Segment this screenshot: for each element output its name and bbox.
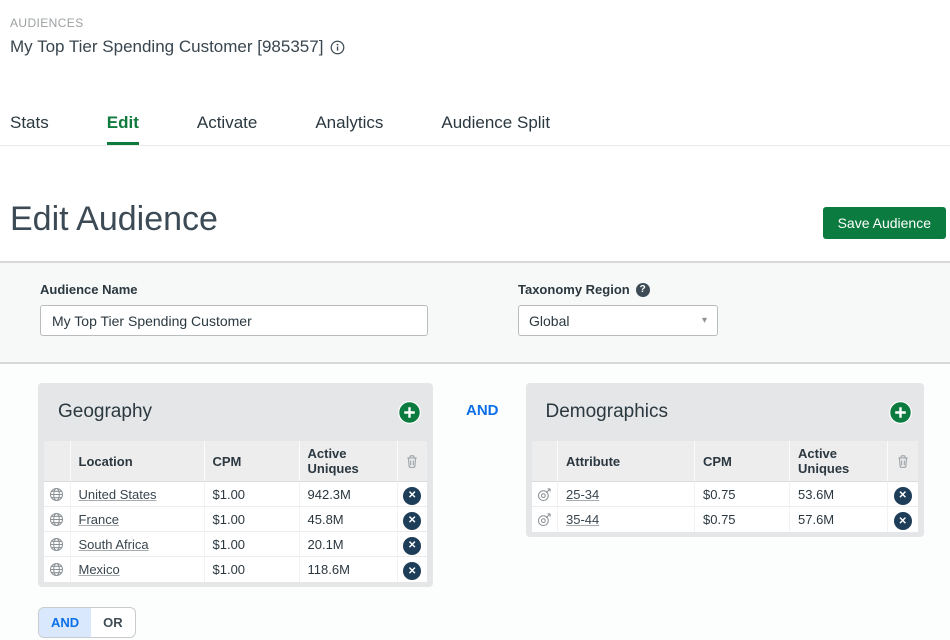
group-operator-label: AND (466, 402, 499, 419)
add-geography-button[interactable] (398, 400, 421, 424)
row-cpm: $0.75 (694, 481, 790, 507)
row-active-uniques: 53.6M (789, 481, 888, 507)
row-name-link[interactable]: 25-34 (566, 487, 599, 502)
taxonomy-region-value: Global (529, 312, 570, 329)
page-header: AUDIENCES My Top Tier Spending Customer … (0, 0, 950, 57)
tab-edit[interactable]: Edit (106, 101, 139, 145)
toggle-and[interactable]: AND (39, 607, 92, 637)
table-row: United States $1.00 942.3M ✕ (44, 481, 427, 507)
audience-title: My Top Tier Spending Customer [985357] (10, 37, 324, 56)
remove-row-button[interactable]: ✕ (403, 536, 422, 555)
row-name-link[interactable]: France (79, 512, 119, 527)
toggle-or[interactable]: OR (91, 608, 135, 637)
row-cpm: $1.00 (203, 531, 299, 557)
geography-panel: Geography Location CPM Active Uniques Un… (38, 383, 433, 587)
delete-group-button[interactable] (887, 441, 918, 482)
target-icon (531, 481, 558, 507)
row-active-uniques: 57.6M (789, 506, 888, 532)
globe-icon (44, 556, 70, 582)
demographics-table: Attribute CPM Active Uniques 25-34 $0.75 5… (531, 441, 918, 532)
row-active-uniques: 118.6M (298, 556, 397, 582)
table-row: South Africa $1.00 20.1M ✕ (44, 531, 427, 557)
table-row: 35-44 $0.75 57.6M ✕ (531, 506, 918, 532)
caret-down-icon: ▾ (701, 315, 707, 326)
table-row: France $1.00 45.8M ✕ (44, 506, 427, 532)
row-active-uniques: 45.8M (298, 506, 397, 532)
table-row: 25-34 $0.75 53.6M ✕ (531, 481, 918, 507)
row-cpm: $1.00 (203, 481, 299, 507)
add-demographics-button[interactable] (888, 400, 912, 424)
audience-edit-page: AUDIENCES My Top Tier Spending Customer … (0, 0, 950, 640)
tab-stats[interactable]: Stats (10, 101, 49, 145)
audience-name-input[interactable] (40, 305, 428, 336)
audience-form: Audience Name Taxonomy Region ? Global ▾ (0, 261, 950, 364)
remove-row-button[interactable]: ✕ (403, 511, 422, 530)
row-name-link[interactable]: 35-44 (566, 512, 599, 527)
taxonomy-region-select[interactable]: Global ▾ (518, 305, 718, 336)
row-name-link[interactable]: Mexico (79, 562, 120, 577)
page-title: Edit Audience (10, 200, 218, 238)
taxonomy-region-label: Taxonomy Region (518, 282, 630, 297)
remove-row-button[interactable]: ✕ (893, 486, 912, 505)
remove-row-button[interactable]: ✕ (403, 486, 422, 505)
tab-analytics[interactable]: Analytics (315, 101, 383, 145)
breadcrumb: AUDIENCES (10, 16, 84, 30)
help-icon[interactable]: ? (635, 282, 650, 297)
rules-area: Geography Location CPM Active Uniques Un… (0, 364, 950, 640)
demographics-panel-title: Demographics (545, 401, 669, 422)
row-name-link[interactable]: South Africa (79, 537, 149, 552)
column-header-attribute: Attribute (557, 441, 695, 482)
demographics-panel: Demographics Attribute CPM Active Unique… (525, 383, 924, 537)
table-row: Mexico $1.00 118.6M ✕ (44, 556, 427, 582)
target-icon (531, 506, 558, 532)
audience-name-label: Audience Name (40, 282, 138, 297)
tab-audience-split[interactable]: Audience Split (441, 101, 550, 145)
remove-row-button[interactable]: ✕ (403, 562, 422, 580)
column-header-cpm: CPM (694, 441, 790, 482)
save-audience-button[interactable]: Save Audience (822, 207, 946, 239)
row-active-uniques: 20.1M (298, 531, 397, 557)
row-cpm: $1.00 (203, 556, 299, 582)
row-cpm: $1.00 (203, 506, 299, 532)
tab-activate[interactable]: Activate (197, 101, 257, 145)
column-header-cpm: CPM (203, 441, 299, 482)
row-active-uniques: 942.3M (298, 481, 397, 507)
info-icon[interactable] (330, 40, 345, 55)
geography-panel-title: Geography (58, 401, 153, 422)
globe-icon (44, 481, 70, 507)
tab-bar: Stats Edit Activate Analytics Audience S… (0, 101, 950, 146)
column-header-active-uniques: Active Uniques (298, 441, 397, 482)
geography-table: Location CPM Active Uniques United State… (44, 441, 427, 582)
row-name-link[interactable]: United States (79, 487, 157, 502)
delete-group-button[interactable] (396, 441, 427, 482)
column-header-location: Location (69, 441, 204, 482)
and-or-toggle: AND OR (38, 606, 136, 638)
globe-icon (44, 531, 70, 557)
globe-icon (44, 506, 70, 532)
row-cpm: $0.75 (694, 506, 790, 532)
column-header-active-uniques: Active Uniques (789, 441, 888, 482)
remove-row-button[interactable]: ✕ (893, 512, 912, 530)
